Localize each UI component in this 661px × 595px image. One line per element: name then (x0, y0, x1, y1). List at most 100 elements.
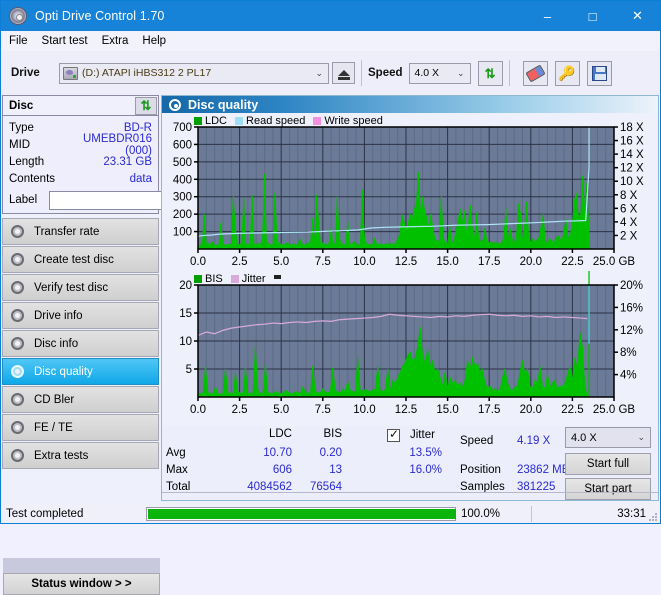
sidebar-item-disc-quality[interactable]: Disc quality (2, 358, 159, 385)
sidebar-item-drive-info[interactable]: Drive info (2, 302, 159, 329)
chevron-down-icon: ⌄ (456, 67, 465, 78)
stats-header-ldc: LDC (268, 428, 292, 440)
eject-icon-bar (337, 77, 350, 80)
svg-text:200: 200 (173, 209, 192, 221)
sidebar-item-label: Drive info (34, 309, 83, 322)
jitter-checkbox[interactable] (387, 427, 400, 442)
stats-jitter-max: 16.0% (409, 464, 442, 476)
refresh-disc-button[interactable]: ⇅ (135, 96, 157, 115)
progress-bar-fill (148, 508, 456, 519)
key-button[interactable]: 🔑 (554, 60, 580, 86)
svg-text:5: 5 (186, 364, 192, 376)
disc-key-length: Length (9, 155, 45, 168)
sidebar-item-fe-te[interactable]: FE / TE (2, 414, 159, 441)
start-full-button[interactable]: Start full (565, 453, 651, 475)
sidebar-item-transfer-rate[interactable]: Transfer rate (2, 218, 159, 245)
svg-text:12.5: 12.5 (395, 256, 417, 268)
svg-text:16%: 16% (620, 302, 643, 314)
legend-swatch-ldc (194, 117, 202, 125)
svg-text:8%: 8% (620, 347, 637, 359)
legend-label-ldc: LDC (205, 115, 228, 127)
stats-divider (162, 492, 658, 493)
sidebar-item-label: CD Bler (34, 393, 75, 406)
disc-icon (10, 252, 26, 268)
svg-text:0.0: 0.0 (190, 256, 206, 268)
legend-swatch-jitter (230, 275, 239, 283)
bis-plot: 5 10 15 20 4% 8% 12% 16% 20% 0.0 2.5 5.0 7.5 10.0 12.5… (179, 271, 643, 416)
legend-marker-extra (273, 275, 281, 279)
disc-key-type: Type (9, 121, 34, 134)
svg-text:2.5: 2.5 (232, 256, 248, 268)
menu-start-test[interactable]: Start test (42, 35, 88, 47)
save-button[interactable] (586, 60, 612, 86)
svg-text:500: 500 (173, 157, 192, 169)
menu-bar: File Start test Extra Help (1, 31, 660, 51)
svg-text:700: 700 (173, 122, 192, 134)
svg-text:100: 100 (173, 227, 192, 239)
test-speed-select[interactable]: 4.0 X ⌄ (565, 427, 651, 448)
svg-text:7.5: 7.5 (315, 256, 331, 268)
sidebar-item-extra-tests[interactable]: Extra tests (2, 442, 159, 469)
drive-select[interactable]: (D:) ATAPI iHBS312 2 PL17 ⌄ (59, 62, 329, 84)
menu-file[interactable]: File (9, 35, 28, 47)
speed-select[interactable]: 4.0 X ⌄ (408, 62, 471, 84)
svg-text:2 X: 2 X (620, 230, 638, 242)
menu-help[interactable]: Help (142, 35, 166, 47)
stats-bis-avg: 0.20 (319, 447, 342, 459)
ldc-chart: LDC Read speed Write speed 100 200 300 400 5… (162, 113, 658, 271)
sidebar-item-verify-test-disc[interactable]: Verify test disc (2, 274, 159, 301)
resize-grip[interactable] (649, 513, 657, 521)
drive-label: Drive (11, 67, 40, 79)
app-window: Opti Drive Control 1.70 – □ ✕ File Start… (0, 0, 661, 595)
speed-label: Speed (368, 67, 403, 79)
svg-text:25.0 GB: 25.0 GB (593, 404, 636, 416)
toolbar-divider-1 (361, 60, 362, 86)
legend-label-jitter: Jitter (241, 273, 266, 285)
svg-text:20.0: 20.0 (520, 404, 542, 416)
stats-bis-max: 13 (329, 464, 342, 476)
legend-swatch-bis (194, 275, 202, 283)
sidebar-item-label: Verify test disc (34, 281, 109, 294)
stats-jitter-avg: 13.5% (409, 447, 442, 459)
sidebar-item-create-test-disc[interactable]: Create test disc (2, 246, 159, 273)
disc-value-mid: UMEBDR016 (000) (82, 132, 152, 157)
bis-jitter-chart: BIS Jitter 5 10 15 20 4% 8% 12% 16% 20% 0.0 2.5 5.0… (162, 271, 658, 426)
maximize-button[interactable]: □ (570, 1, 615, 31)
close-button[interactable]: ✕ (615, 1, 660, 31)
erase-button[interactable] (522, 60, 548, 86)
sidebar-item-cd-bler[interactable]: CD Bler (2, 386, 159, 413)
svg-text:5.0: 5.0 (273, 404, 289, 416)
sidebar-item-label: Disc info (34, 337, 79, 350)
status-window-button[interactable]: Status window > > (3, 573, 160, 595)
refresh-icon: ⇅ (140, 98, 152, 113)
refresh-icon: ⇅ (484, 65, 496, 81)
disc-row-length: Length 23.31 GB (3, 153, 158, 170)
sidebar-item-disc-info[interactable]: Disc info (2, 330, 159, 357)
page-title: Disc quality (188, 97, 259, 112)
minimize-button[interactable]: – (525, 1, 570, 31)
statistics-panel: LDC BIS Jitter Avg Max Total 10.70 606 4… (162, 426, 658, 500)
start-part-button[interactable]: Start part (565, 478, 651, 500)
window-controls: – □ ✕ (525, 1, 660, 31)
svg-text:6 X: 6 X (620, 203, 638, 215)
disc-info-panel: Disc ⇅ Type BD-R MID UMEBDR016 (000) Len… (2, 95, 251, 214)
navigation-list: Transfer rate Create test disc Verify te… (2, 218, 159, 469)
disc-row-contents: Contents data (3, 170, 158, 187)
disc-value-length: 23.31 GB (103, 155, 152, 168)
menu-extra[interactable]: Extra (102, 35, 129, 47)
eject-button[interactable] (332, 62, 355, 84)
drive-toolbar: Drive (D:) ATAPI iHBS312 2 PL17 ⌄ Speed … (1, 51, 660, 95)
svg-text:2.5: 2.5 (232, 404, 248, 416)
disc-icon (9, 7, 27, 25)
legend-label-bis: BIS (205, 273, 223, 285)
disc-icon (10, 448, 26, 464)
disc-key-mid: MID (9, 138, 31, 151)
svg-text:20.0: 20.0 (520, 256, 542, 268)
svg-text:12%: 12% (620, 325, 643, 337)
stats-speed-value: 4.19 X (517, 435, 551, 447)
chevron-down-icon: ⌄ (315, 67, 323, 78)
sidebar-item-label: Create test disc (34, 253, 114, 266)
disc-quality-icon (169, 98, 181, 111)
refresh-drive-button[interactable]: ⇅ (477, 60, 503, 86)
disc-row-mid: MID UMEBDR016 (000) (3, 133, 158, 157)
